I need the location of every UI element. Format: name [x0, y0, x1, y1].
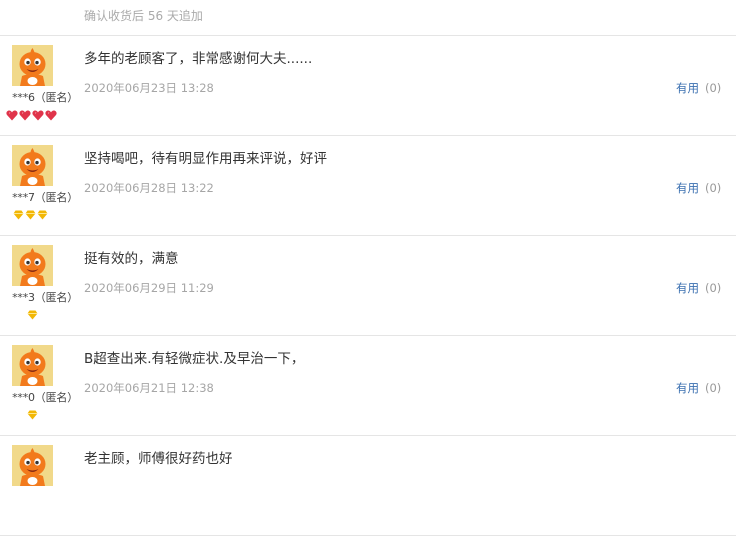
user-avatar — [12, 245, 53, 286]
helpful-label[interactable]: 有用 — [676, 281, 699, 295]
append-review-note: 确认收货后 56 天追加 — [84, 9, 203, 23]
heart-icon — [6, 110, 18, 121]
review-text: 老主顾，师傅很好药也好 — [84, 451, 233, 467]
reviewer-level-badges — [13, 210, 48, 220]
reviewer-level-badges — [27, 410, 38, 420]
user-avatar — [12, 345, 53, 386]
heart-icon — [32, 110, 44, 121]
heart-icon — [45, 110, 57, 121]
review-text: 多年的老顾客了，非常感谢何大夫...... — [84, 51, 313, 67]
reviewer-name: ***0（匿名） — [12, 391, 78, 404]
mascot-icon — [19, 48, 46, 86]
review-text: B超查出来.有轻微症状.及早治一下， — [84, 351, 305, 367]
helpful-button[interactable]: 有用 (0) — [676, 180, 721, 196]
diamond-icon — [27, 410, 38, 420]
user-avatar — [12, 445, 53, 486]
diamond-icon — [13, 210, 24, 220]
helpful-label[interactable]: 有用 — [676, 81, 699, 95]
helpful-count: (0) — [705, 81, 722, 95]
review-time: 2020年06月21日 12:38 — [84, 381, 214, 395]
review-time: 2020年06月28日 13:22 — [84, 181, 214, 195]
review-text: 挺有效的，满意 — [84, 251, 179, 267]
review-item: ***6（匿名） 多年的老顾客了，非常感谢何大夫...... 2020年06月2… — [0, 36, 736, 136]
reviewer-name: ***6（匿名） — [12, 91, 78, 104]
user-avatar — [12, 45, 53, 86]
review-item: ***3（匿名） 挺有效的，满意 2020年06月29日 11:29 有用 (0) — [0, 236, 736, 336]
reviewer-level-badges — [27, 310, 38, 320]
helpful-count: (0) — [705, 181, 722, 195]
reviewer-level-badges — [6, 110, 57, 121]
helpful-label[interactable]: 有用 — [676, 381, 699, 395]
helpful-count: (0) — [705, 381, 722, 395]
mascot-icon — [19, 348, 46, 386]
reviewer-name: ***7（匿名） — [12, 191, 78, 204]
mascot-icon — [19, 448, 46, 486]
diamond-icon — [37, 210, 48, 220]
review-time: 2020年06月29日 11:29 — [84, 281, 214, 295]
review-item: ***0（匿名） B超查出来.有轻微症状.及早治一下， 2020年06月21日 … — [0, 336, 736, 436]
review-item: ***7（匿名） 坚持喝吧，待有明显作用再来评说，好评 2020年06月28日 … — [0, 136, 736, 236]
append-review-row: 确认收货后 56 天追加 — [0, 0, 736, 36]
review-time: 2020年06月23日 13:28 — [84, 81, 214, 95]
helpful-button[interactable]: 有用 (0) — [676, 380, 721, 396]
diamond-icon — [27, 310, 38, 320]
user-avatar — [12, 145, 53, 186]
helpful-button[interactable]: 有用 (0) — [676, 280, 721, 296]
helpful-count: (0) — [705, 281, 722, 295]
mascot-icon — [19, 148, 46, 186]
helpful-label[interactable]: 有用 — [676, 181, 699, 195]
mascot-icon — [19, 248, 46, 286]
diamond-icon — [25, 210, 36, 220]
review-item: 老主顾，师傅很好药也好 — [0, 436, 736, 536]
reviewer-name: ***3（匿名） — [12, 291, 78, 304]
heart-icon — [19, 110, 31, 121]
review-text: 坚持喝吧，待有明显作用再来评说，好评 — [84, 151, 327, 167]
helpful-button[interactable]: 有用 (0) — [676, 80, 721, 96]
